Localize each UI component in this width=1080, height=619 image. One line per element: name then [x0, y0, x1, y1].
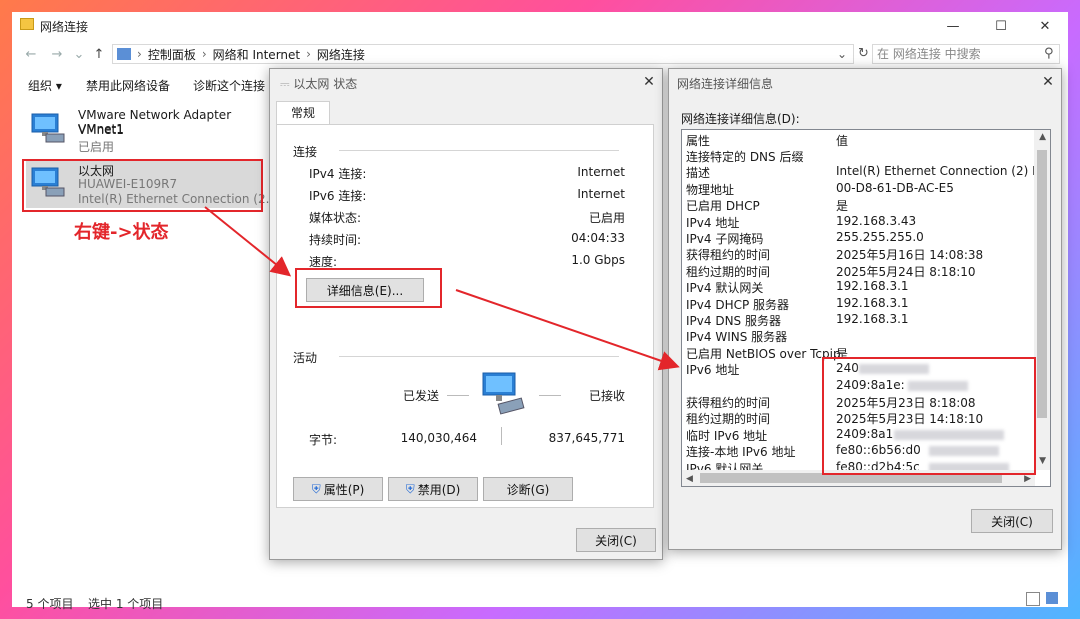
arrow-to-ipv6 [455, 289, 680, 371]
annotation-arrows [204, 206, 680, 371]
arrow-to-details-button [204, 206, 292, 277]
